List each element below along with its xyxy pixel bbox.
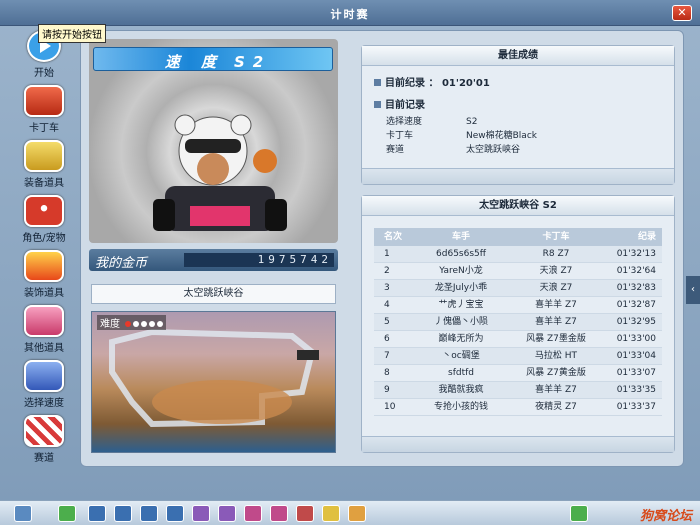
difficulty-dot (149, 321, 156, 327)
watermark-logo: 狗窝论坛 (639, 509, 692, 524)
table-row[interactable]: 7 丶oc碉堡 马拉松 HT 01'33'04 (374, 348, 662, 365)
ranking-rows: 1 6d65s6s5ff R8 Z7 01'32'13 2 YareN小龙 天浪 Z7 01… (374, 246, 662, 416)
difficulty-dot (133, 321, 140, 327)
difficulty-dot (157, 321, 164, 327)
close-button[interactable]: ✕ (672, 5, 692, 21)
difficulty-label: 难度 (100, 319, 120, 330)
difficulty-dot (141, 321, 148, 327)
gold-value: 1975742 (184, 253, 334, 267)
track-icon (24, 415, 64, 447)
current-record-label: 目前记录 (385, 100, 425, 111)
sidebar-item-label: 装饰道具 (24, 288, 64, 299)
shop-icon[interactable] (88, 505, 106, 522)
character-preview: 速 度 S2 (89, 39, 338, 243)
track-preview-image: 难度 (91, 311, 336, 453)
bullet-icon (374, 101, 381, 108)
track-name: 太空跳跃峡谷 (91, 284, 336, 304)
speed-banner: 速 度 S2 (93, 47, 333, 71)
menu-icon[interactable] (14, 505, 32, 522)
window-title: 计时赛 (330, 8, 370, 21)
ranking-table-header: 名次 车手 卡丁车 纪录 (374, 228, 662, 246)
panel-footer (362, 436, 674, 452)
event-icon[interactable] (348, 505, 366, 522)
current-record: 目前记录 (374, 96, 425, 111)
difficulty-indicator: 难度 (97, 315, 167, 330)
ranking-panel: 太空跳跃峡谷 S2 名次 车手 卡丁车 纪录 1 6d65s6s5ff R8 Z7 0… (361, 195, 675, 453)
best-record-header: 最佳成绩 (362, 46, 674, 66)
car-speed-icon (24, 360, 64, 392)
table-row[interactable]: 8 sfdtfd 风暴 Z7黄金版 01'33'07 (374, 365, 662, 382)
sidebar-item-label: 其他道具 (24, 343, 64, 354)
flame-icon (24, 250, 64, 282)
sidebar-item-kart[interactable]: 卡丁车 (14, 85, 74, 139)
track-map-icon (109, 328, 319, 428)
sidebar-item-other[interactable]: 其他道具 (14, 305, 74, 359)
table-row[interactable]: 4 艹虎丿宝宝 喜羊羊 Z7 01'32'87 (374, 297, 662, 314)
home-icon[interactable] (114, 505, 132, 522)
difficulty-dot (125, 321, 132, 327)
character-kart-image (153, 114, 287, 231)
table-row[interactable]: 2 YareN小龙 天浪 Z7 01'32'64 (374, 263, 662, 280)
panel-footer (362, 168, 674, 184)
table-row[interactable]: 3 龙圣July小乖 天浪 Z7 01'32'83 (374, 280, 662, 297)
kart-icon (24, 85, 64, 117)
table-row[interactable]: 5 丿傀儡丶小陨 喜羊羊 Z7 01'32'95 (374, 314, 662, 331)
sidebar-item-label: 开始 (34, 68, 54, 79)
bottom-toolbar: 狗窝论坛 (0, 500, 700, 525)
detail-track: 赛道 太空跳跃峡谷 (386, 145, 521, 155)
goggles-icon (24, 140, 64, 172)
sidebar-item-decoration[interactable]: 装饰道具 (14, 250, 74, 304)
friends-icon[interactable] (296, 505, 314, 522)
table-row[interactable]: 10 专抢小孩的钱 夜精灵 Z7 01'33'37 (374, 399, 662, 416)
mail-icon[interactable] (322, 505, 340, 522)
speed-value: S2 (233, 53, 272, 71)
mushroom-icon (24, 195, 64, 227)
sidebar-item-label: 卡丁车 (29, 123, 59, 134)
target-record-value: 01'20'01 (441, 78, 490, 89)
tool-icon[interactable] (140, 505, 158, 522)
sidebar-item-label: 赛道 (34, 453, 54, 464)
back-icon[interactable] (58, 505, 76, 522)
sidebar-item-label: 选择速度 (24, 398, 64, 409)
book-icon[interactable] (270, 505, 288, 522)
timetrial-window: 计时赛 ✕ 请按开始按钮 开始 卡丁车 装备道具 角色/宠物 装饰道具 其他道具… (0, 0, 700, 525)
detail-speed: 选择速度 S2 (386, 117, 478, 127)
ranking-table: 名次 车手 卡丁车 纪录 1 6d65s6s5ff R8 Z7 01'32'13 2Y… (374, 228, 662, 416)
best-record-panel: 最佳成绩 目前纪录 ： 01'20'01 目前记录 选择速度 S2 卡丁车 New棉… (361, 45, 675, 185)
sidebar-item-label: 装备道具 (24, 178, 64, 189)
side-panel-toggle[interactable]: ‹ (686, 276, 700, 304)
detail-kart: 卡丁车 New棉花糖Black (386, 131, 537, 141)
sidebar-item-character-pet[interactable]: 角色/宠物 (14, 195, 74, 249)
main-content: 速 度 S2 我的金币 1975742 太空跳跃峡谷 难度 最佳成绩 目前纪录 … (80, 30, 684, 467)
settings-icon[interactable] (570, 505, 588, 522)
sidebar-item-label: 角色/宠物 (22, 233, 66, 244)
team-icon[interactable] (218, 505, 236, 522)
target-record-label: 目前纪录 (385, 78, 425, 89)
start-tooltip: 请按开始按钮 (38, 24, 106, 43)
gift-icon (24, 305, 64, 337)
speed-label: 速 度 (164, 53, 224, 71)
table-row[interactable]: 6 巅峰无所为 风暴 Z7墨金版 01'33'00 (374, 331, 662, 348)
chat-icon[interactable] (166, 505, 184, 522)
gold-row: 我的金币 1975742 (89, 249, 338, 271)
sidebar-item-track[interactable]: 赛道 (14, 415, 74, 469)
sidebar-item-equipment[interactable]: 装备道具 (14, 140, 74, 194)
table-row[interactable]: 9 我酷就我疯 喜羊羊 Z7 01'33'35 (374, 382, 662, 399)
sidebar-item-speed[interactable]: 选择速度 (14, 360, 74, 414)
heart-icon[interactable] (244, 505, 262, 522)
ranking-header: 太空跳跃峡谷 S2 (362, 196, 674, 216)
table-row[interactable]: 1 6d65s6s5ff R8 Z7 01'32'13 (374, 246, 662, 263)
target-record: 目前纪录 ： 01'20'01 (374, 74, 490, 89)
bullet-icon (374, 79, 381, 86)
gift-box-icon[interactable] (192, 505, 210, 522)
sidebar: 开始 卡丁车 装备道具 角色/宠物 装饰道具 其他道具 选择速度 赛道 (14, 30, 74, 465)
title-bar: 计时赛 ✕ (0, 0, 700, 26)
gold-label: 我的金币 (95, 256, 148, 271)
